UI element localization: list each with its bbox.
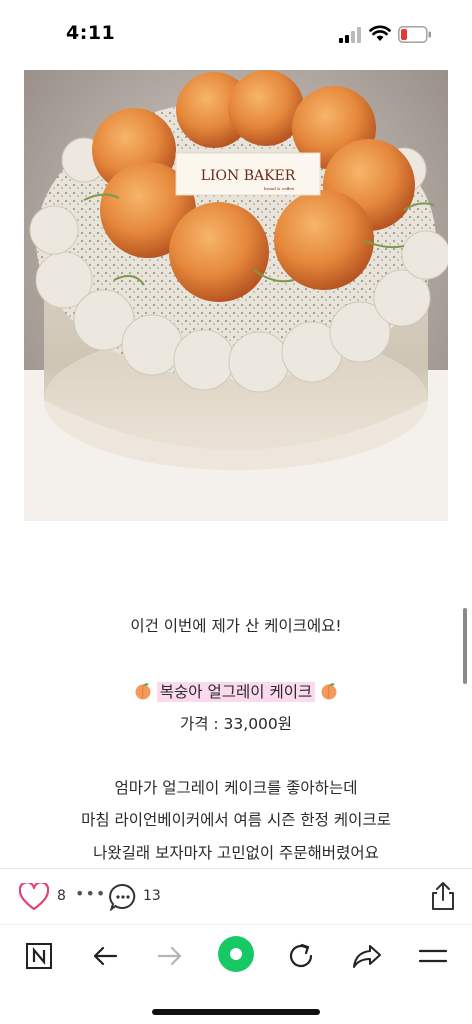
like-count: 8 <box>57 888 66 904</box>
naver-n-icon[interactable] <box>22 939 56 973</box>
cake-tag-title: LION BAKER <box>201 168 296 184</box>
home-icon[interactable] <box>217 935 255 973</box>
comment-count: 13 <box>143 888 161 904</box>
battery-icon <box>398 26 431 43</box>
status-time: 4:11 <box>66 22 116 44</box>
menu-icon[interactable] <box>416 939 450 973</box>
heart-icon[interactable] <box>19 883 49 911</box>
back-arrow-icon[interactable] <box>88 939 122 973</box>
cake-name-line: 복숭아 얼그레이 케이크 <box>0 680 472 702</box>
bottom-navigation <box>0 924 472 1024</box>
price-line: 가격 : 33,000원 <box>179 715 293 733</box>
more-options-icon[interactable]: ••• <box>75 884 106 903</box>
engagement-bar: 8 ••• 13 <box>0 868 472 924</box>
share-arrow-icon[interactable] <box>350 939 384 973</box>
status-bar: 4:11 <box>0 0 472 62</box>
forward-arrow-icon[interactable] <box>153 939 187 973</box>
cake-image: LION BAKER bread & coffee <box>24 70 448 521</box>
peach-emoji-icon <box>135 683 151 700</box>
refresh-icon[interactable] <box>284 939 318 973</box>
cake-photo[interactable]: LION BAKER bread & coffee <box>24 70 448 521</box>
signal-icon <box>339 27 361 43</box>
cake-tag-subtitle: bread & coffee <box>264 186 295 191</box>
scroll-indicator[interactable] <box>463 608 467 684</box>
body-line-1: 엄마가 얼그레이 케이크를 좋아하는데 <box>114 779 358 797</box>
cake-name: 복숭아 얼그레이 케이크 <box>156 682 316 702</box>
body-line-3: 나왔길래 보자마자 고민없이 주문해버렸어요 <box>93 844 379 862</box>
share-icon[interactable] <box>429 881 457 911</box>
home-indicator <box>152 1009 320 1015</box>
article-line-1: 이건 이번에 제가 산 케이크에요! <box>130 617 342 635</box>
comment-icon[interactable] <box>109 883 137 911</box>
peach-emoji-icon <box>321 683 337 700</box>
wifi-icon <box>369 25 391 41</box>
body-line-2: 마침 라이언베이커에서 여름 시즌 한정 케이크로 <box>81 811 391 829</box>
